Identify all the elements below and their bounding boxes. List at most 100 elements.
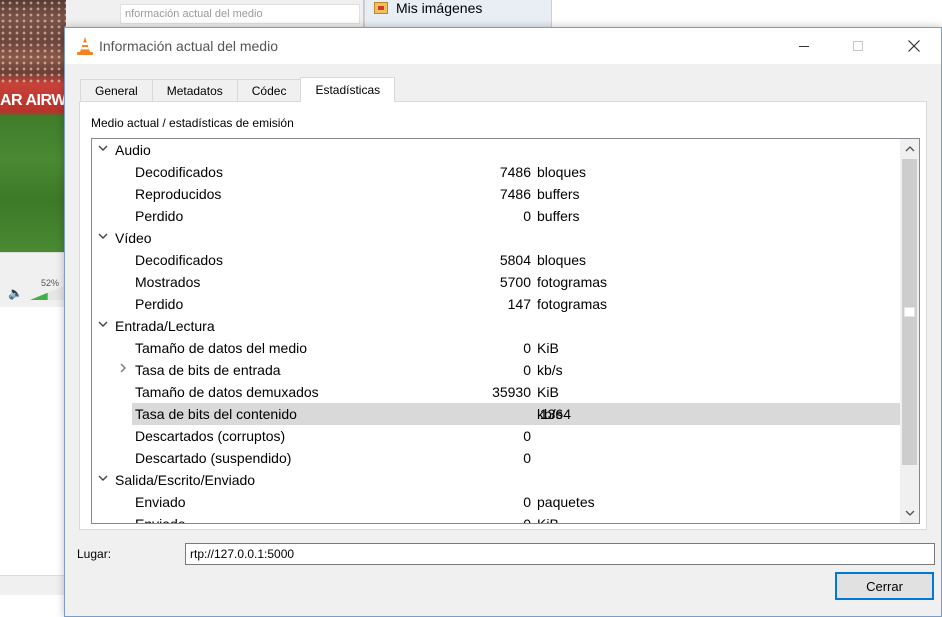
scroll-track[interactable] [900,159,919,503]
background-taskbar-strip [0,575,64,595]
tree-row-unit: KiB [537,340,559,356]
tree-stat-row[interactable]: Reproducidos 7486 buffers [92,183,900,205]
tree-row-label: Perdido [135,208,184,224]
close-icon [908,40,920,52]
tree-row-value: 0 [523,516,531,524]
statistics-tree[interactable]: Enviado 0 KiB Enviado 0 paquetes Salida/Escrit… [91,138,920,524]
tree-group-row[interactable]: Salida/Escrito/Enviado [92,469,900,491]
tree-row-value: 0 [523,428,531,444]
tree-row-label: Decodificados [135,252,223,268]
tree-stat-row[interactable]: Tasa de bits de entrada 0 kb/s [92,359,900,381]
statistics-panel: Medio actual / estadísticas de emisión E… [79,101,927,530]
chevron-down-icon [905,510,914,516]
chevron-up-icon [905,146,914,152]
tree-stat-row[interactable]: Descartados (corruptos) 0 [92,425,900,447]
tab-statistics[interactable]: Estadísticas [300,77,396,102]
tree-group-row[interactable]: Entrada/Lectura [92,315,900,337]
tree-group-row[interactable]: Audio [92,139,900,161]
tab-codec[interactable]: Códec [236,79,302,102]
close-window-button[interactable] [891,28,937,64]
tree-stat-row[interactable]: Perdido 0 buffers [92,205,900,227]
tree-row-label: Reproducidos [135,186,222,202]
scroll-position-marker [904,307,915,317]
tree-row-unit: fotogramas [537,274,608,290]
vlc-cone-icon [77,37,93,55]
scroll-up-button[interactable] [900,139,919,159]
tree-row-value: 0 [523,340,531,356]
chevron-right-icon[interactable] [116,362,130,378]
tree-row-unit: KiB [537,516,559,524]
background-tab-title[interactable]: nformación actual del medio [120,4,360,24]
tree-row-label: Audio [115,142,151,158]
tree-row-unit: kb/s [537,406,563,422]
tree-group-row[interactable]: Vídeo [92,227,900,249]
explorer-item-label[interactable]: Mis imágenes [396,0,482,16]
location-field[interactable] [185,543,935,565]
scroll-down-button[interactable] [900,503,919,523]
minimize-button[interactable] [781,28,827,64]
tree-row-label: Tasa de bits del contenido [135,406,297,422]
chevron-down-icon[interactable] [96,318,110,334]
tab-general[interactable]: General [80,79,153,102]
tree-row-unit: KiB [537,384,559,400]
background-right-area [552,0,942,30]
tree-row-label: Tamaño de datos demuxados [135,384,319,400]
tree-row-label: Decodificados [135,164,223,180]
pictures-folder-icon [374,2,388,14]
tree-stat-row[interactable]: Enviado 0 KiB [92,513,900,524]
tree-row-value: 5700 [499,274,531,290]
tree-row-unit: bloques [537,252,587,268]
tree-row-value: 35930 [492,384,531,400]
minimize-icon [799,45,809,47]
tab-bar: General Metadatos Códec Estadísticas [80,77,396,102]
tree-row-value: 5804 [499,252,531,268]
tree-row-label: Descartado (suspendido) [135,450,292,466]
tree-row-unit: buffers [537,208,580,224]
tree-stat-row[interactable]: Mostrados 5700 fotogramas [92,271,900,293]
tab-metadata[interactable]: Metadatos [151,79,238,102]
tree-row-unit: paquetes [537,494,595,510]
tree-row-unit: bloques [537,164,587,180]
tree-row-label: Tasa de bits de entrada [135,362,281,378]
tree-stat-row[interactable]: Enviado 0 paquetes [92,491,900,513]
titlebar[interactable]: Información actual del medio [65,28,941,64]
maximize-icon [853,41,863,51]
media-info-dialog: Información actual del medio General Met… [64,27,942,617]
tree-stat-row[interactable]: Decodificados 7486 bloques [92,161,900,183]
chevron-down-icon[interactable] [96,230,110,246]
tree-row-unit: fotogramas [537,296,608,312]
tree-row-value: 0 [523,208,531,224]
tree-row-label: Mostrados [135,274,201,290]
video-crowd [0,0,66,84]
vertical-scrollbar[interactable] [900,139,919,523]
tree-stat-row[interactable]: Perdido 147 fotogramas [92,293,900,315]
tree-row-label: Vídeo [115,230,152,246]
panel-title: Medio actual / estadísticas de emisión [91,116,294,130]
dialog-title: Información actual del medio [99,38,278,54]
chevron-down-icon[interactable] [96,142,110,158]
location-label: Lugar: [77,547,112,561]
speaker-icon[interactable]: 🔈 [8,286,23,300]
video-banner-text: AR AIRWAY [0,92,66,109]
tree-row-value: 0 [523,494,531,510]
tree-row-value: 7486 [499,164,531,180]
maximize-button[interactable] [835,28,881,64]
tree-row-value: 0 [523,362,531,378]
tree-row-value: 147 [507,296,531,312]
tree-stat-row[interactable]: Descartado (suspendido) 0 [92,447,900,469]
close-button[interactable]: Cerrar [835,572,934,600]
tree-stat-row[interactable]: Decodificados 5804 bloques [92,249,900,271]
tree-row-value: 7486 [499,186,531,202]
tree-row-unit: kb/s [537,362,563,378]
tree-stat-row[interactable]: Tasa de bits del contenido 1364 kb/s [132,403,900,425]
tree-row-label: Entrada/Lectura [115,318,215,334]
tree-stat-row[interactable]: Tamaño de datos del medio 0 KiB [92,337,900,359]
volume-slider[interactable] [30,286,64,300]
tree-row-unit: buffers [537,186,580,202]
tree-row-label: Salida/Escrito/Enviado [115,472,256,488]
tree-row-label: Enviado [135,494,186,510]
tree-stat-row[interactable]: Tamaño de datos demuxados 35930 KiB [92,381,900,403]
tree-row-label: Perdido [135,296,184,312]
chevron-down-icon[interactable] [96,472,110,488]
video-frame: AR AIRWAY [0,0,66,252]
